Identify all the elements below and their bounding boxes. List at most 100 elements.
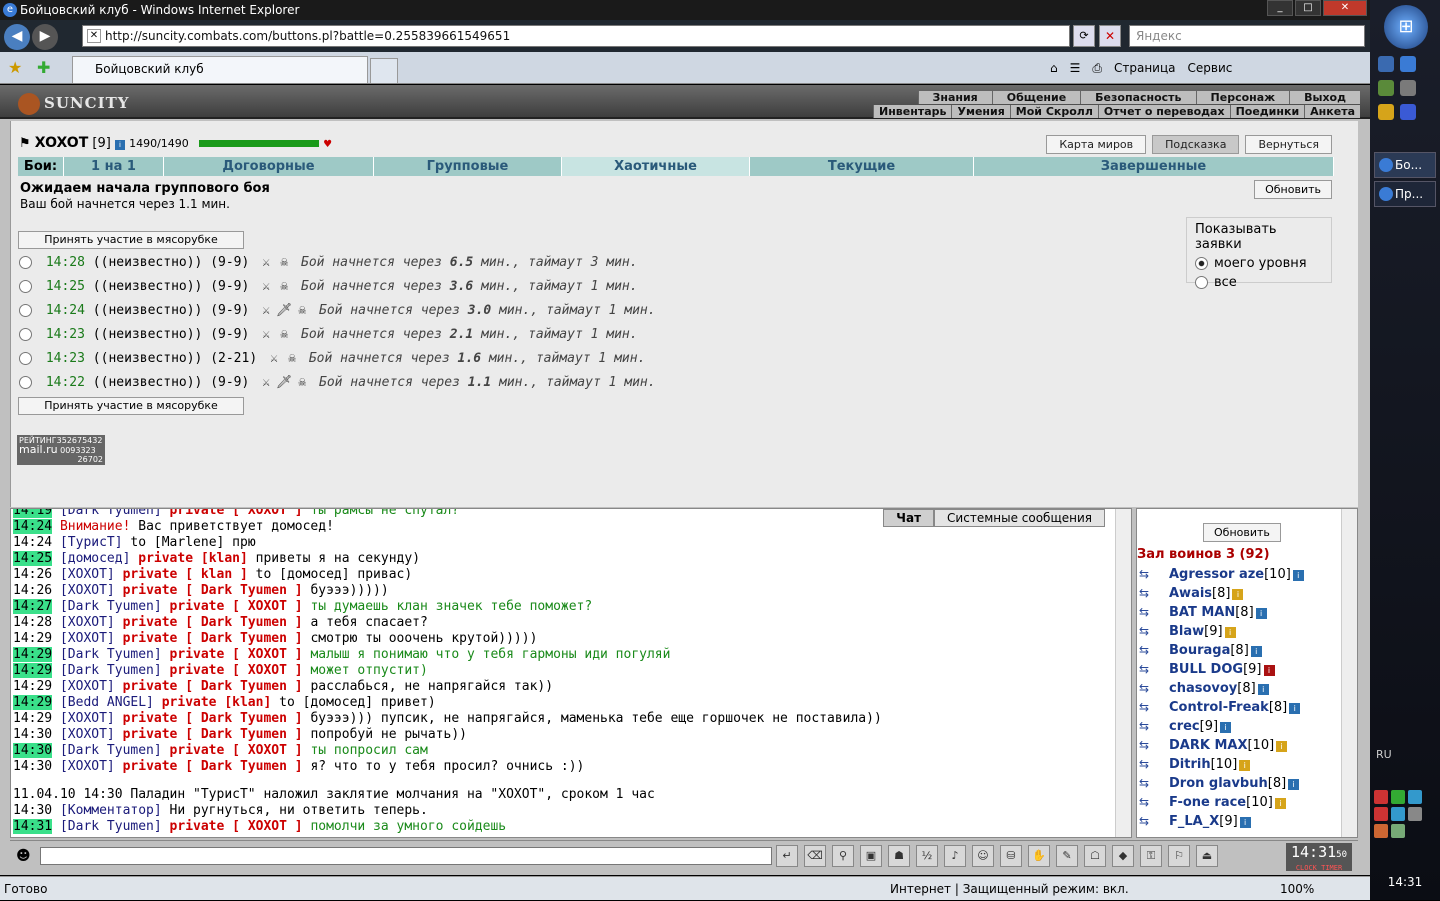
app-icon[interactable] <box>1378 80 1394 96</box>
battle-radio[interactable] <box>19 328 32 341</box>
user-list-item[interactable]: ⇆ Ditrih[10] i <box>1139 755 1304 774</box>
chat-time[interactable]: 14:29 <box>13 647 53 662</box>
private-msg-icon[interactable]: ⇆ <box>1139 603 1169 621</box>
refresh-online-button[interactable]: Обновить <box>1203 523 1281 542</box>
user-name[interactable]: Ditrih <box>1169 757 1211 772</box>
chat-nick[interactable]: [Dark Tyumen] <box>60 599 162 614</box>
chat-nick[interactable]: [XOXOT] <box>60 679 115 694</box>
user-list-item[interactable]: ⇆ crec[9] i <box>1139 717 1304 736</box>
user-list-item[interactable]: ⇆ F-one race[10] i <box>1139 793 1304 812</box>
user-list-item[interactable]: ⇆ Awais[8] i <box>1139 584 1304 603</box>
maximize-button[interactable]: □ <box>1295 0 1321 16</box>
private-msg-icon[interactable]: ⇆ <box>1139 717 1169 735</box>
taskbar-item-2[interactable]: Пр... <box>1374 181 1436 207</box>
chat-private-tag[interactable]: private [klan] <box>162 695 272 710</box>
chat-time[interactable]: 14:29 <box>13 695 53 710</box>
chat-nick[interactable]: [XOXOT] <box>60 583 115 598</box>
menu-security[interactable]: Безопасность <box>1080 91 1196 104</box>
private-msg-icon[interactable]: ⇆ <box>1139 660 1169 678</box>
user-list-item[interactable]: ⇆ DARK MAX[10] i <box>1139 736 1304 755</box>
user-info-icon[interactable]: i <box>1274 798 1286 809</box>
user-name[interactable]: Control-Freak <box>1169 700 1269 715</box>
user-list-item[interactable]: ⇆ Blaw[9] i <box>1139 622 1304 641</box>
tools-menu[interactable]: Сервис <box>1188 58 1233 78</box>
user-info-icon[interactable]: i <box>1292 570 1304 581</box>
stop-button[interactable]: ✕ <box>1099 25 1121 47</box>
battle-radio[interactable] <box>19 280 32 293</box>
chat-private-tag[interactable]: private [klan] <box>138 551 248 566</box>
tray-icon[interactable] <box>1391 790 1405 804</box>
chat-nick[interactable]: [Dark Tyumen] <box>60 647 162 662</box>
online-scrollbar[interactable] <box>1341 509 1357 837</box>
private-msg-icon[interactable]: ⇆ <box>1139 679 1169 697</box>
chat-time[interactable]: 14:30 <box>13 759 52 774</box>
user-info-icon[interactable]: i <box>1276 741 1288 752</box>
language-indicator[interactable]: RU <box>1376 748 1392 761</box>
user-list-item[interactable]: ⇆ Bouraga[8] i <box>1139 641 1304 660</box>
print-icon[interactable]: ⎙ <box>1092 58 1102 78</box>
ie-quick-icon[interactable] <box>1400 56 1416 72</box>
chat-private-tag[interactable]: private [ Dark Tyumen ] <box>123 759 303 774</box>
menu-knowledge[interactable]: Знания <box>917 91 992 104</box>
private-msg-icon[interactable]: ⇆ <box>1139 584 1169 602</box>
add-favorites-icon[interactable]: ✚ <box>37 58 50 77</box>
private-msg-icon[interactable]: ⇆ <box>1139 622 1169 640</box>
user-info-icon[interactable]: i <box>1220 722 1232 733</box>
people-icon[interactable]: ☖ <box>1084 845 1106 867</box>
info-icon[interactable]: i <box>114 140 125 150</box>
tray-icon[interactable] <box>1374 790 1388 804</box>
desktop-icon[interactable] <box>1378 56 1394 72</box>
user-info-icon[interactable]: i <box>1239 817 1251 828</box>
user-list-item[interactable]: ⇆ Control-Freak[8] i <box>1139 698 1304 717</box>
private-msg-icon[interactable]: ⇆ <box>1139 774 1169 792</box>
user-name[interactable]: Awais <box>1169 586 1212 601</box>
chat-nick[interactable]: [XOXOT] <box>60 615 115 630</box>
new-tab-button[interactable] <box>370 58 398 83</box>
chat-nick[interactable]: [XOXOT] <box>60 631 115 646</box>
speaker-icon[interactable]: ☻ <box>16 848 31 864</box>
chat-time[interactable]: 14:30 <box>13 803 52 818</box>
trade-icon[interactable]: ⛁ <box>1000 845 1022 867</box>
user-name[interactable]: Agressor aze <box>1169 567 1264 582</box>
chat-nick[interactable]: [XOXOT] <box>60 759 115 774</box>
private-msg-icon[interactable]: ⇆ <box>1139 698 1169 716</box>
private-msg-icon[interactable]: ⇆ <box>1139 812 1169 830</box>
save-icon[interactable]: ▣ <box>860 845 882 867</box>
save-disk-icon[interactable] <box>1400 104 1416 120</box>
chat-private-tag[interactable]: private [ XOXOT ] <box>170 663 303 678</box>
security-zone[interactable]: Интернет | Защищенный режим: вкл. <box>890 877 1129 901</box>
private-msg-icon[interactable]: ⇆ <box>1139 793 1169 811</box>
hand-icon[interactable]: ✋ <box>1028 845 1050 867</box>
user-list-item[interactable]: ⇆ BULL DOG[9] i <box>1139 660 1304 679</box>
chat-private-tag[interactable]: private [ XOXOT ] <box>170 743 303 758</box>
user-info-icon[interactable]: i <box>1250 646 1262 657</box>
chat-time[interactable]: 14:30 <box>13 727 52 742</box>
user-name[interactable]: chasovoy <box>1169 681 1237 696</box>
join-button-bottom[interactable]: Принять участие в мясорубке <box>18 397 244 415</box>
tab-active[interactable]: Бойцовский клуб <box>72 56 368 83</box>
menu-profile[interactable]: Анкета <box>1304 105 1360 118</box>
battle-radio[interactable] <box>19 256 32 269</box>
chat-private-tag[interactable]: private [ Dark Tyumen ] <box>123 711 303 726</box>
chat-time[interactable]: 14:31 <box>13 819 53 834</box>
lock-icon[interactable]: ⚿ <box>1140 845 1162 867</box>
chat-time[interactable]: 14:30 <box>13 743 53 758</box>
chat-scrollbar[interactable] <box>1115 509 1131 837</box>
app-icon-2[interactable] <box>1400 80 1416 96</box>
menu-exit[interactable]: Выход <box>1289 91 1360 104</box>
chat-nick[interactable]: [Bedd ANGEL] <box>60 695 154 710</box>
chat-nick[interactable]: [домосед] <box>60 551 130 566</box>
menu-battles[interactable]: Поединки <box>1229 105 1305 118</box>
refresh-battles-button[interactable]: Обновить <box>1254 180 1332 199</box>
chat-private-tag[interactable]: private [ Dark Tyumen ] <box>123 631 303 646</box>
rating-counter[interactable]: РЕЙТИНГ352675432 mail.ru 0093323 26702 <box>17 435 105 465</box>
start-orb-icon[interactable]: ⊞ <box>1384 5 1428 49</box>
exit-icon[interactable]: ⏏ <box>1196 845 1218 867</box>
user-name[interactable]: DARK MAX <box>1169 738 1247 753</box>
clear-icon[interactable]: ⌫ <box>804 845 826 867</box>
menu-skills[interactable]: Умения <box>951 105 1010 118</box>
battle-radio[interactable] <box>19 352 32 365</box>
user-info-icon[interactable]: i <box>1239 760 1251 771</box>
user-name[interactable]: Dron glavbuh <box>1169 776 1268 791</box>
chat-nick[interactable]: [Dark Tyumen] <box>60 743 162 758</box>
